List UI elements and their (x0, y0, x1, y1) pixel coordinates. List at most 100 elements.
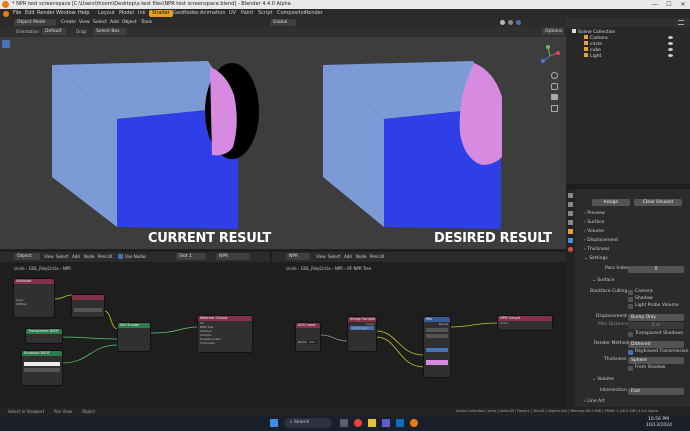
tab-paint[interactable]: Paint (238, 10, 256, 17)
tab-layout[interactable]: Layout (95, 10, 118, 17)
volume-subpanel[interactable]: ⌄ Volume (592, 377, 614, 383)
viewport-menu-select[interactable]: Select (93, 19, 107, 26)
mix-blend-dropdown[interactable] (426, 328, 448, 332)
visibility-eye-icon[interactable] (668, 54, 673, 57)
viewport-menu-view[interactable]: View (79, 19, 90, 26)
windows-start-icon[interactable] (270, 419, 278, 427)
menu-edit[interactable]: Edit (25, 10, 35, 17)
shading-solid-icon[interactable] (500, 20, 505, 25)
panel-volume[interactable]: › Volume (584, 229, 604, 235)
node-image-sample[interactable]: Image Sample Color Combined (348, 317, 376, 351)
panel-preview[interactable]: › Preview (584, 211, 605, 217)
close-button[interactable]: ✕ (676, 0, 690, 9)
drag-dropdown[interactable]: Select Box (93, 28, 127, 35)
menu-window[interactable]: Window (56, 10, 76, 17)
tab-model[interactable]: Model (116, 10, 137, 17)
node-editor-left[interactable]: Object View Select Add Node PencilX Use … (0, 249, 270, 407)
viewport-render (52, 61, 502, 229)
menu-render[interactable]: Render (37, 10, 55, 17)
viewport-menu-tools[interactable]: Tools (141, 19, 152, 26)
scene-tab-icon[interactable] (568, 220, 573, 225)
assign-button[interactable]: Assign (592, 199, 630, 206)
shading-rendered-icon[interactable] (516, 20, 521, 25)
maximize-button[interactable]: ☐ (662, 0, 676, 9)
tool-tab-icon[interactable] (568, 193, 573, 198)
blender-menu-icon[interactable] (3, 11, 9, 17)
surface-subpanel[interactable]: ⌄ Surface (592, 278, 614, 284)
node-mix-shader[interactable]: Mix Shader (118, 323, 150, 351)
mode-dropdown[interactable]: Object Mode (14, 19, 56, 26)
teams-icon[interactable] (382, 419, 390, 427)
node-attribute-2[interactable] (72, 295, 104, 317)
blender-taskbar-icon[interactable] (410, 419, 418, 427)
intersection-dropdown[interactable]: Fast (628, 388, 684, 395)
node-aov-input[interactable]: AOV Input Name AOV (296, 323, 320, 351)
menu-help[interactable]: Help (78, 10, 89, 17)
node-mix[interactable]: Mix Result (424, 317, 450, 377)
task-view-icon[interactable] (340, 419, 348, 427)
thickness-dropdown[interactable]: Sphere (628, 357, 684, 364)
node-attribute-2-field[interactable] (74, 308, 102, 312)
node-npr-output[interactable]: NPR Output Color (498, 316, 552, 330)
panel-preview-label: Preview (587, 211, 605, 216)
tab-render[interactable]: Render (302, 10, 326, 17)
visibility-eye-icon[interactable] (668, 42, 673, 45)
node-editor-right[interactable]: NPR View Select Add Node PencilX circle … (272, 249, 566, 407)
panel-line-art[interactable]: › Line Art (584, 399, 605, 405)
shading-material-icon[interactable] (508, 20, 513, 25)
visibility-eye-icon[interactable] (668, 36, 673, 39)
mix-factor-slider[interactable] (426, 348, 448, 352)
render-method-value: Dithered (631, 342, 651, 347)
mix-color-swatch[interactable] (426, 360, 448, 365)
outliner-header (566, 18, 690, 27)
panel-surface[interactable]: › Surface (584, 220, 604, 226)
explorer-icon[interactable] (368, 419, 376, 427)
output-tab-icon[interactable] (568, 211, 573, 216)
clear-unused-button[interactable]: Clear Unused (634, 199, 682, 206)
pass-index-field[interactable]: 0 (628, 266, 684, 273)
orientation-dropdown[interactable]: Default (42, 28, 66, 35)
filter-icon[interactable] (678, 20, 684, 25)
max-distance-field[interactable]: 0 m (628, 322, 684, 329)
emission-strength-field[interactable] (24, 368, 60, 372)
options-button[interactable]: Options (542, 28, 564, 35)
shadow-checkbox[interactable] (628, 297, 633, 302)
node-emission-bsdf[interactable]: Emission BSDF (22, 351, 62, 385)
node-attribute[interactable]: Attribute layer UVMap (14, 279, 54, 317)
image-sample-combined[interactable]: Combined (350, 326, 374, 330)
viewport-menu-object[interactable]: Object (122, 19, 137, 26)
minimize-button[interactable]: — (648, 0, 662, 9)
menu-file[interactable]: File (13, 10, 21, 17)
from-shadow-checkbox[interactable] (628, 366, 633, 371)
panel-thickness[interactable]: › Thickness (584, 247, 609, 253)
panel-displacement[interactable]: › Displacement (584, 238, 618, 244)
light-probe-checkbox[interactable] (628, 304, 633, 309)
object-tab-icon[interactable] (568, 229, 573, 234)
viewport-menu-create[interactable]: Create (61, 19, 76, 26)
panel-settings[interactable]: ⌄ Settings (584, 256, 608, 262)
tab-animation[interactable]: Animation (197, 10, 229, 17)
material-tab-icon[interactable] (568, 247, 573, 252)
displacement-dropdown[interactable]: Bump Only (628, 314, 684, 321)
viewport-menu-add[interactable]: Add (110, 19, 119, 26)
outliner-item-light[interactable]: Light (584, 53, 601, 59)
transform-dropdown[interactable]: Global (270, 19, 296, 26)
modifier-tab-icon[interactable] (568, 238, 573, 243)
render-method-dropdown[interactable]: Dithered (628, 341, 684, 348)
mix-type-dropdown[interactable] (426, 334, 448, 338)
render-tab-icon[interactable] (568, 202, 573, 207)
taskbar-search[interactable]: ⌕ Search (284, 418, 332, 428)
tab-script[interactable]: Script (255, 10, 276, 17)
outlook-icon[interactable] (396, 419, 404, 427)
tab-ink[interactable]: Ink (135, 10, 149, 17)
transparent-shadows-checkbox[interactable] (628, 332, 633, 337)
node-transparent-bsdf[interactable]: Transparent BSDF (26, 329, 62, 343)
mesh-object-icon (584, 41, 588, 45)
aov-name-field[interactable]: AOV (306, 340, 318, 344)
emission-color-swatch[interactable] (24, 362, 60, 366)
chrome-icon[interactable] (354, 419, 362, 427)
visibility-eye-icon[interactable] (668, 48, 673, 51)
node-material-output[interactable]: Material Output All NPR Tree Surface Vol… (198, 316, 252, 352)
camera-checkbox[interactable] (628, 290, 633, 295)
raytraced-transmission-checkbox[interactable] (628, 350, 633, 355)
